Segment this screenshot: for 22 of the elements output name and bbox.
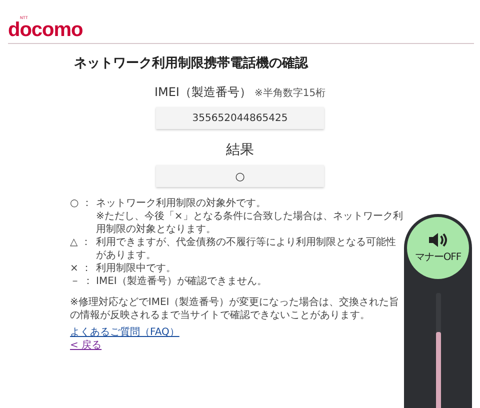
- legend-symbol: － ：: [70, 275, 94, 288]
- result-label: 結果: [226, 141, 254, 159]
- input-field[interactable]: 355652044865425: [156, 107, 324, 129]
- logo[interactable]: docomo: [8, 20, 83, 40]
- field-hint: ※半角数字15桁: [254, 86, 326, 100]
- result-box: ○: [156, 165, 324, 187]
- mute-toggle-button[interactable]: マナーOFF: [407, 217, 469, 279]
- legend-text: ネットワーク利用制限の対象外です。: [96, 197, 266, 210]
- legend-text: IMEI（製造番号）が確認できません。: [96, 275, 267, 288]
- field-label: IMEI（製造番号）: [154, 84, 252, 101]
- speaker-icon: [428, 232, 448, 248]
- legend-text: ※ただし、今後「×」となる条件に合致した場合は、ネットワーク利用制限の対象となります。: [96, 210, 404, 236]
- link[interactable]: よくあるご質問（FAQ）: [70, 326, 180, 339]
- legend-text: 利用制限中です。: [96, 262, 176, 275]
- link[interactable]: < 戻る: [70, 339, 102, 352]
- legend-text: 利用できますが、代金債務の不履行等により利用制限となる可能性があります。: [96, 236, 397, 262]
- legend-symbol: × ：: [70, 262, 93, 275]
- page-title: ネットワーク利用制限携帯電話機の確認: [74, 54, 310, 72]
- legend-symbol: ○ ：: [70, 197, 93, 210]
- note-text: ※修理対応などでIMEI（製造番号）が変更になった場合は、交換された旨の情報が反映されるまで当サイトで確認できないことがあります。: [70, 296, 400, 322]
- volume-slider[interactable]: [436, 293, 440, 408]
- legend-symbol: △ ：: [70, 236, 92, 250]
